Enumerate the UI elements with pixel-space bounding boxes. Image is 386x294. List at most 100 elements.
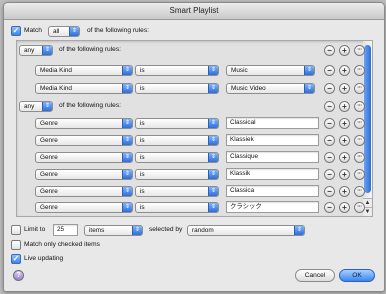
add-rule-icon[interactable]: + bbox=[339, 202, 350, 213]
remove-rule-icon[interactable]: − bbox=[324, 83, 335, 94]
more-options-icon[interactable]: ··· bbox=[354, 135, 365, 146]
rule-value-popup[interactable]: Music Video ⇕ bbox=[226, 83, 315, 94]
rule-value-field[interactable]: クラシック bbox=[226, 201, 319, 213]
limit-unit-value: items bbox=[89, 227, 105, 234]
add-rule-icon[interactable]: + bbox=[339, 152, 350, 163]
more-options-icon[interactable]: ··· bbox=[354, 152, 365, 163]
add-rule-icon[interactable]: + bbox=[339, 101, 350, 112]
ok-button[interactable]: OK bbox=[339, 269, 375, 282]
help-icon[interactable]: ? bbox=[13, 270, 24, 281]
rule-operator-popup[interactable]: is ⇕ bbox=[135, 135, 219, 146]
limit-label: Limit to bbox=[24, 226, 46, 233]
popup-arrow-icon: ⇕ bbox=[208, 187, 218, 196]
rule-operator-popup[interactable]: is ⇕ bbox=[135, 169, 219, 180]
rule-operator-popup[interactable]: is ⇕ bbox=[135, 186, 219, 197]
add-rule-icon[interactable]: + bbox=[339, 45, 350, 56]
rule-field-popup[interactable]: Genre ⇕ bbox=[35, 186, 133, 197]
match-mode-popup[interactable]: all ⇕ bbox=[48, 26, 80, 37]
more-options-icon[interactable]: ··· bbox=[354, 65, 365, 76]
limit-unit-popup[interactable]: items ⇕ bbox=[84, 225, 143, 236]
match-checked-only-label: Match only checked items bbox=[24, 241, 100, 248]
popup-arrow-icon: ⇕ bbox=[69, 27, 79, 36]
rule-field-popup[interactable]: Genre ⇕ bbox=[35, 202, 133, 213]
scroll-thumb[interactable] bbox=[364, 45, 371, 193]
more-options-icon[interactable]: ··· bbox=[354, 202, 365, 213]
popup-arrow-icon: ⇕ bbox=[122, 170, 132, 179]
add-rule-icon[interactable]: + bbox=[339, 83, 350, 94]
more-options-icon[interactable]: ··· bbox=[354, 169, 365, 180]
rule-operator-popup[interactable]: is ⇕ bbox=[135, 202, 219, 213]
checkmark-icon: ✓ bbox=[12, 254, 20, 263]
rule-value-field[interactable]: Classique bbox=[226, 151, 319, 163]
rule-operator-popup[interactable]: is ⇕ bbox=[135, 118, 219, 129]
popup-arrow-icon: ⇕ bbox=[208, 66, 218, 75]
match-mode-value: all bbox=[53, 28, 60, 35]
rule-field-value: Genre bbox=[40, 171, 58, 178]
remove-rule-icon[interactable]: − bbox=[324, 186, 335, 197]
match-suffix: of the following rules: bbox=[87, 27, 149, 34]
rule-operator-popup[interactable]: is ⇕ bbox=[135, 152, 219, 163]
group-2-mode-popup[interactable]: any ⇕ bbox=[19, 101, 53, 112]
remove-rule-icon[interactable]: − bbox=[324, 101, 335, 112]
more-options-icon[interactable]: ··· bbox=[354, 186, 365, 197]
popup-arrow-icon: ⇕ bbox=[122, 84, 132, 93]
rule-value-field[interactable]: Classica bbox=[226, 185, 319, 197]
popup-arrow-icon: ⇕ bbox=[208, 153, 218, 162]
rule-value-field[interactable]: Classical bbox=[226, 117, 319, 129]
remove-rule-icon[interactable]: − bbox=[324, 135, 335, 146]
cancel-button[interactable]: Cancel bbox=[295, 269, 335, 282]
more-options-icon[interactable]: ··· bbox=[354, 118, 365, 129]
rule-field-popup[interactable]: Genre ⇕ bbox=[35, 169, 133, 180]
rule-field-popup[interactable]: Genre ⇕ bbox=[35, 152, 133, 163]
selected-by-value: random bbox=[192, 227, 214, 234]
remove-rule-icon[interactable]: − bbox=[324, 169, 335, 180]
popup-arrow-icon: ⇕ bbox=[294, 226, 304, 235]
group-1-mode-popup[interactable]: any ⇕ bbox=[19, 45, 53, 56]
popup-arrow-icon: ⇕ bbox=[42, 46, 52, 55]
rule-value-field[interactable]: Klassiek bbox=[226, 134, 319, 146]
rule-field-popup[interactable]: Genre ⇕ bbox=[35, 135, 133, 146]
more-options-icon[interactable]: ··· bbox=[354, 101, 365, 112]
rule-operator-value: is bbox=[140, 171, 145, 178]
popup-arrow-icon: ⇕ bbox=[42, 102, 52, 111]
rule-value-field[interactable]: Klassik bbox=[226, 168, 319, 180]
limit-checkbox[interactable] bbox=[11, 225, 21, 235]
rule-operator-popup[interactable]: is ⇕ bbox=[135, 83, 219, 94]
rule-value-popup[interactable]: Music ⇕ bbox=[226, 65, 315, 76]
popup-arrow-icon: ⇕ bbox=[208, 84, 218, 93]
remove-rule-icon[interactable]: − bbox=[324, 152, 335, 163]
more-options-icon[interactable]: ··· bbox=[354, 83, 365, 94]
remove-rule-icon[interactable]: − bbox=[324, 65, 335, 76]
rule-field-popup[interactable]: Media Kind ⇕ bbox=[35, 65, 133, 76]
rule-field-value: Genre bbox=[40, 137, 58, 144]
remove-rule-icon[interactable]: − bbox=[324, 118, 335, 129]
rule-operator-value: is bbox=[140, 67, 145, 74]
add-rule-icon[interactable]: + bbox=[339, 65, 350, 76]
add-rule-icon[interactable]: + bbox=[339, 118, 350, 129]
group-1-suffix: of the following rules: bbox=[59, 46, 121, 53]
rule-operator-popup[interactable]: is ⇕ bbox=[135, 65, 219, 76]
add-rule-icon[interactable]: + bbox=[339, 135, 350, 146]
limit-count-field[interactable]: 25 bbox=[53, 224, 78, 236]
popup-arrow-icon: ⇕ bbox=[122, 153, 132, 162]
popup-arrow-icon: ⇕ bbox=[122, 66, 132, 75]
add-rule-icon[interactable]: + bbox=[339, 169, 350, 180]
popup-arrow-icon: ⇕ bbox=[304, 66, 314, 75]
remove-rule-icon[interactable]: − bbox=[324, 45, 335, 56]
rule-field-popup[interactable]: Genre ⇕ bbox=[35, 118, 133, 129]
rule-operator-value: is bbox=[140, 85, 145, 92]
remove-rule-icon[interactable]: − bbox=[324, 202, 335, 213]
more-options-icon[interactable]: ··· bbox=[354, 45, 365, 56]
selected-by-popup[interactable]: random ⇕ bbox=[187, 225, 305, 236]
live-updating-checkbox[interactable]: ✓ bbox=[11, 254, 21, 264]
match-checked-only-checkbox[interactable] bbox=[11, 240, 21, 250]
rule-field-value: Genre bbox=[40, 120, 58, 127]
popup-arrow-icon: ⇕ bbox=[208, 119, 218, 128]
rule-value: Music Video bbox=[231, 85, 266, 92]
rule-operator-value: is bbox=[140, 137, 145, 144]
match-checkbox[interactable]: ✓ bbox=[11, 26, 21, 36]
add-rule-icon[interactable]: + bbox=[339, 186, 350, 197]
window-title: Smart Playlist bbox=[4, 3, 384, 20]
rule-field-popup[interactable]: Media Kind ⇕ bbox=[35, 83, 133, 94]
live-updating-label: Live updating bbox=[24, 255, 64, 262]
